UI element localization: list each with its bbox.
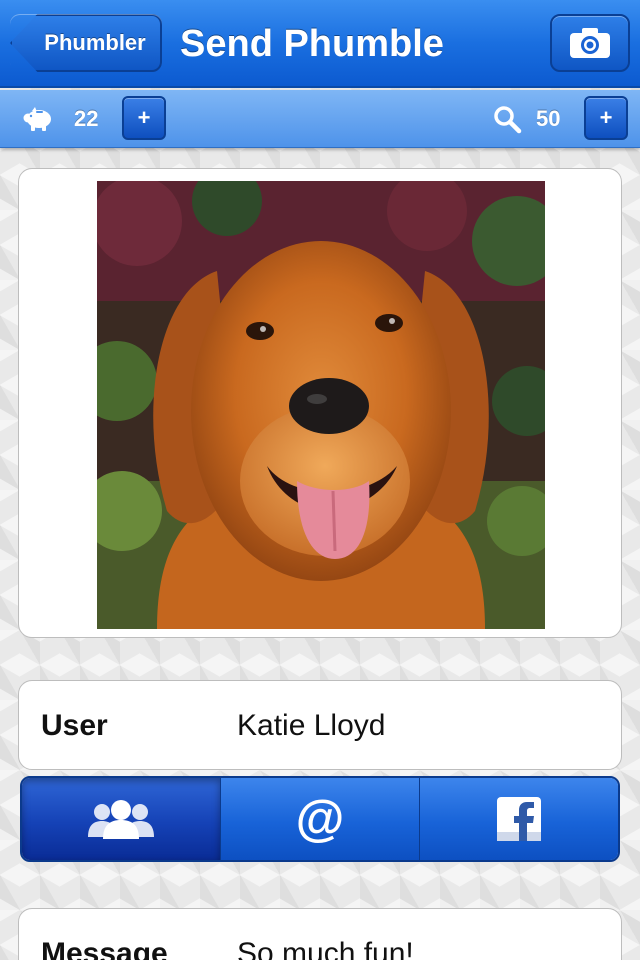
share-method-selector: @ xyxy=(20,776,620,862)
dog-photo-image xyxy=(97,181,545,629)
piggy-bank-icon xyxy=(23,107,51,131)
coins-count: 22 xyxy=(74,106,99,131)
searches-count: 50 xyxy=(536,106,561,131)
photo-card xyxy=(18,168,622,638)
navigation-bar: Phumbler Send Phumble xyxy=(0,0,640,88)
add-searches-button[interactable]: + xyxy=(584,96,628,140)
facebook-tab[interactable] xyxy=(420,778,618,860)
back-button[interactable]: Phumbler xyxy=(10,14,162,72)
at-sign-icon: @ xyxy=(296,793,345,845)
email-tab[interactable]: @ xyxy=(221,778,420,860)
user-value: Katie Lloyd xyxy=(237,709,386,742)
add-coins-button[interactable]: + xyxy=(122,96,166,140)
dog-photo[interactable] xyxy=(97,181,545,629)
message-field[interactable]: Message So much fun! xyxy=(18,908,622,960)
contacts-tab[interactable] xyxy=(22,778,221,860)
message-value: So much fun! xyxy=(237,937,414,960)
camera-icon xyxy=(570,28,610,58)
stats-toolbar: 22 + 50 + xyxy=(0,90,640,148)
page-title: Send Phumble xyxy=(180,23,444,65)
contacts-icon xyxy=(88,800,154,839)
facebook-icon xyxy=(497,797,541,841)
svg-text:@: @ xyxy=(296,793,345,845)
user-label: User xyxy=(41,709,108,742)
user-field[interactable]: User Katie Lloyd xyxy=(18,680,622,770)
back-button-label: Phumbler xyxy=(44,30,146,55)
search-icon xyxy=(494,106,522,134)
message-label: Message xyxy=(41,937,168,960)
camera-button[interactable] xyxy=(550,14,630,72)
